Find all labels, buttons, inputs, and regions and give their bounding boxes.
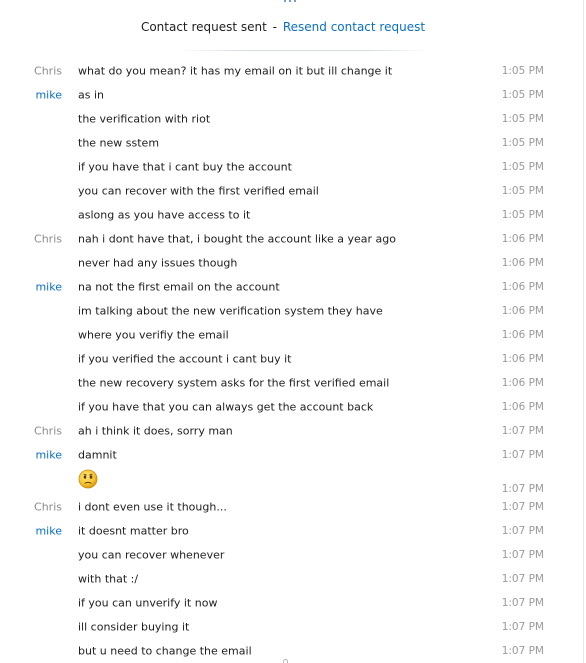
message-row: mike it doesnt matter bro 1:07 PM — [0, 519, 584, 543]
message-timestamp: 1:05 PM — [501, 89, 544, 101]
message-timestamp: 1:07 PM — [501, 621, 544, 633]
message-timestamp: 1:06 PM — [501, 377, 544, 389]
message-timestamp: 1:06 PM — [501, 353, 544, 365]
message-text: never had any issues though — [78, 256, 238, 270]
message-text: ah i think it does, sorry man — [78, 424, 233, 438]
message-row: if you verified the account i cant buy i… — [0, 347, 584, 371]
message-row: but u need to change the email 1:07 PM — [0, 639, 584, 663]
message-timestamp: 1:07 PM — [501, 501, 544, 513]
message-timestamp: 1:06 PM — [501, 233, 544, 245]
message-timestamp: 1:06 PM — [501, 401, 544, 413]
worried-face-icon — [78, 469, 98, 489]
message-timestamp: 1:07 PM — [501, 573, 544, 585]
resend-contact-request-link[interactable]: Resend contact request — [283, 20, 425, 34]
message-text: as in — [78, 88, 104, 102]
message-text: nah i dont have that, i bought the accou… — [78, 232, 396, 246]
message-text: the new sstem — [78, 136, 160, 150]
message-text: but u need to change the email — [78, 644, 252, 658]
scroll-indicator-icon — [283, 659, 288, 663]
message-row: ill consider buying it 1:07 PM — [0, 615, 584, 639]
message-timestamp: 1:06 PM — [501, 281, 544, 293]
message-timestamp: 1:07 PM — [501, 483, 544, 495]
message-row: never had any issues though 1:06 PM — [0, 251, 584, 275]
message-text: you can recover whenever — [78, 548, 225, 562]
message-text: with that :/ — [78, 572, 139, 586]
message-timestamp: 1:05 PM — [501, 161, 544, 173]
message-row: mike na not the first email on the accoun… — [0, 275, 584, 299]
message-timestamp: 1:05 PM — [501, 185, 544, 197]
message-timestamp: 1:07 PM — [501, 449, 544, 461]
message-timestamp: 1:06 PM — [501, 329, 544, 341]
contact-request-banner: Contact request sent - Resend contact re… — [0, 20, 566, 34]
message-row: if you have that you can always get the … — [0, 395, 584, 419]
message-row: mike damnit 1:07 PM — [0, 443, 584, 467]
chat-pane: Contact request sent - Resend contact re… — [0, 0, 584, 663]
resize-grip[interactable] — [284, 0, 296, 4]
message-row: 1:07 PM — [0, 467, 584, 495]
message-timestamp: 1:05 PM — [501, 113, 544, 125]
message-sender[interactable]: mike — [0, 89, 62, 102]
message-text: if you have that i cant buy the account — [78, 160, 292, 174]
grip-dot — [284, 0, 286, 2]
banner-divider — [180, 50, 430, 51]
message-timestamp: 1:06 PM — [501, 305, 544, 317]
message-sender[interactable]: mike — [0, 449, 62, 462]
message-row: if you have that i cant buy the account 1… — [0, 155, 584, 179]
message-row: the new recovery system asks for the fir… — [0, 371, 584, 395]
message-sender[interactable]: mike — [0, 281, 62, 294]
message-timestamp: 1:05 PM — [501, 209, 544, 221]
message-row: Chris ah i think it does, sorry man 1:07 P… — [0, 419, 584, 443]
message-row: aslong as you have access to it 1:05 PM — [0, 203, 584, 227]
grip-dot — [294, 0, 296, 2]
message-timestamp: 1:07 PM — [501, 425, 544, 437]
grip-dot — [289, 0, 291, 2]
message-sender: Chris — [34, 424, 62, 438]
message-text: you can recover with the first verified … — [78, 184, 319, 198]
message-row: im talking about the new verification sy… — [0, 299, 584, 323]
message-timestamp: 1:06 PM — [501, 257, 544, 269]
message-row: with that :/ 1:07 PM — [0, 567, 584, 591]
message-row: if you can unverify it now 1:07 PM — [0, 591, 584, 615]
message-text: where you verifiy the email — [78, 328, 229, 342]
message-text: if you verified the account i cant buy i… — [78, 352, 292, 366]
message-row: mike as in 1:05 PM — [0, 83, 584, 107]
message-sender: Chris — [34, 232, 62, 246]
message-sender: Chris — [34, 500, 62, 514]
message-timestamp: 1:07 PM — [501, 525, 544, 537]
message-row: Chris nah i dont have that, i bought the … — [0, 227, 584, 251]
message-list[interactable]: Chris what do you mean? it has my email o… — [0, 59, 584, 663]
message-timestamp: 1:07 PM — [501, 645, 544, 657]
message-row: you can recover with the first verified … — [0, 179, 584, 203]
message-text: the verification with riot — [78, 112, 211, 126]
message-text: the new recovery system asks for the fir… — [78, 376, 390, 390]
message-text: aslong as you have access to it — [78, 208, 251, 222]
message-text: i dont even use it though... — [78, 500, 227, 514]
message-row: you can recover whenever 1:07 PM — [0, 543, 584, 567]
message-sender: Chris — [34, 64, 62, 78]
message-row: Chris i dont even use it though... 1:07 PM — [0, 495, 584, 519]
message-text: im talking about the new verification sy… — [78, 304, 383, 318]
message-sender[interactable]: mike — [0, 525, 62, 538]
contact-request-status: Contact request sent — [140, 20, 267, 34]
message-text: what do you mean? it has my email on it … — [78, 64, 393, 78]
message-row: where you verifiy the email 1:06 PM — [0, 323, 584, 347]
message-text: na not the first email on the account — [78, 280, 280, 294]
message-text: if you have that you can always get the … — [78, 400, 374, 414]
message-text: damnit — [78, 448, 117, 462]
banner-separator: - — [272, 20, 278, 34]
message-text: ill consider buying it — [78, 620, 190, 634]
message-timestamp: 1:05 PM — [501, 137, 544, 149]
message-row: Chris what do you mean? it has my email o… — [0, 59, 584, 83]
message-row: the new sstem 1:05 PM — [0, 131, 584, 155]
message-timestamp: 1:07 PM — [501, 549, 544, 561]
message-timestamp: 1:05 PM — [501, 65, 544, 77]
message-timestamp: 1:07 PM — [501, 597, 544, 609]
message-text: if you can unverify it now — [78, 596, 218, 610]
message-text: it doesnt matter bro — [78, 524, 189, 538]
message-row: the verification with riot 1:05 PM — [0, 107, 584, 131]
